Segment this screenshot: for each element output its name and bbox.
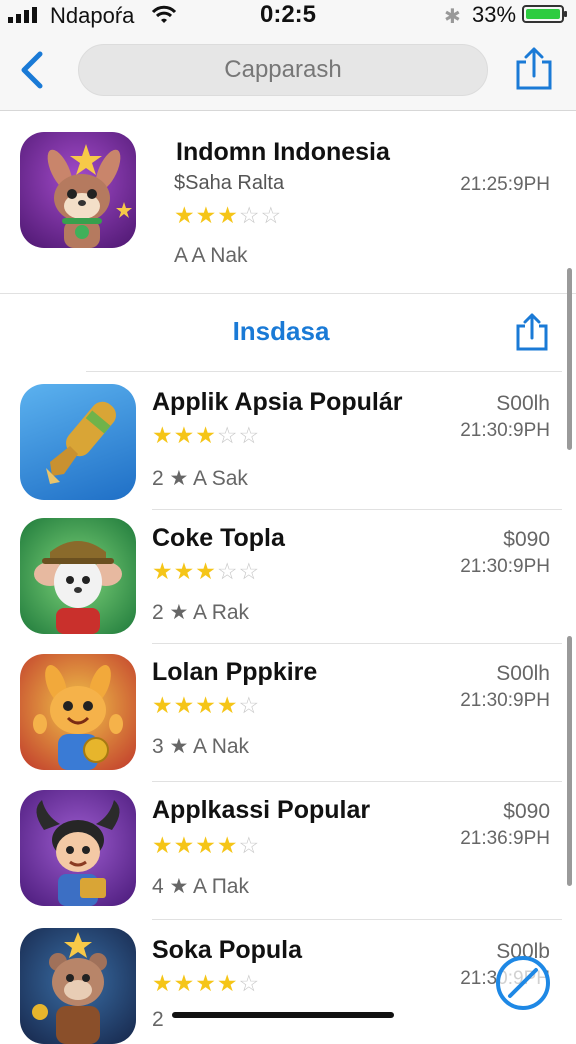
app-price: S00lh [496,392,550,415]
app-time: 21:30:9PH [460,690,550,711]
star-icon: ★ [173,422,196,448]
app-rating: ★★★☆☆ [152,422,260,449]
app-name: Lolan Pppkire [152,658,318,686]
list-item[interactable]: Applkassi Popular $090 ★★★★☆ 21:36:9PH 4… [0,782,576,920]
star-icon: ☆ [238,832,261,858]
featured-app-subtitle: $Saha Ralta [174,172,285,194]
app-meta: 2 [152,1008,164,1031]
star-icon: ★ [195,422,217,448]
featured-rating: ★★★☆☆ [174,202,282,229]
scrollbar[interactable] [567,268,572,450]
star-icon: ★ [195,202,218,228]
star-icon: ★ [152,692,174,718]
status-bar: Ndapoŕa 0:2:5 ✱ 33% [0,0,576,32]
app-name: Applik Apsia Populár [152,388,403,416]
app-rating: ★★★★☆ [152,832,260,859]
star-icon: ★ [216,832,239,858]
star-icon: ☆ [238,692,261,718]
star-icon: ★ [152,832,174,858]
app-price: S00lh [496,662,550,685]
app-time: 21:30:9PH [460,420,550,441]
app-icon [20,384,136,500]
star-icon: ☆ [260,202,283,228]
star-icon: ☆ [238,422,261,448]
app-time: 21:36:9PH [460,828,550,849]
app-icon-featured [20,132,136,248]
app-meta: 2 ★ A Rak [152,601,250,624]
featured-app-row[interactable]: Indomn Indonesia $Saha Ralta 21:25:9PH ★… [0,112,576,294]
share-icon[interactable] [514,312,550,352]
star-icon: ☆ [216,422,239,448]
featured-app-name: Indomn Indonesia [176,138,390,166]
star-icon: ☆ [238,558,261,584]
star-icon: ★ [173,970,196,996]
battery-percent: 33% [472,2,517,27]
star-icon: ★ [195,692,217,718]
app-price: $090 [503,528,550,551]
featured-app-time: 21:25:9PH [460,174,550,195]
app-rating: ★★★★☆ [152,692,260,719]
back-chevron-icon[interactable] [14,50,48,90]
star-icon: ☆ [216,558,239,584]
share-icon[interactable] [514,46,554,92]
app-icon [20,518,136,634]
search-field[interactable]: Capparash [78,44,488,96]
star-icon: ☆ [238,202,261,228]
bluetooth-icon: ✱ [444,6,461,28]
compass-icon[interactable] [496,956,550,1010]
star-icon: ★ [152,970,174,996]
search-text: Capparash [224,56,342,83]
star-icon: ★ [195,832,217,858]
app-meta: 3 ★ A Nak [152,735,250,758]
list-item[interactable]: Coke Topla $090 ★★★☆☆ 21:30:9PH 2 ★ A Ra… [0,510,576,644]
star-icon: ★ [217,202,239,228]
app-time: 21:30:9PH [460,556,550,577]
app-meta: 4 ★ A Пak [152,875,249,898]
app-meta: 2 ★ A Sak [152,467,248,490]
battery-icon [522,5,567,23]
app-rating: ★★★★☆ [152,970,260,997]
app-name: Coke Topla [152,524,285,552]
star-icon: ★ [174,202,196,228]
star-icon: ★ [173,692,196,718]
list-item[interactable]: Lolan Pppkire S00lh ★★★★☆ 21:30:9PH 3 ★ … [0,644,576,780]
star-icon: ☆ [238,970,261,996]
star-icon: ★ [195,558,217,584]
app-icon [20,654,136,770]
scrollbar[interactable] [567,636,572,886]
app-name: Applkassi Popular [152,796,371,824]
list-item[interactable]: Applik Apsia Populár S00lh ★★★☆☆ 21:30:9… [0,372,576,508]
star-icon: ★ [152,558,174,584]
home-indicator[interactable] [172,1012,394,1018]
featured-app-meta: A A Nak [174,244,248,267]
app-icon [20,928,136,1044]
list-item[interactable]: Soka Popula S00lb ★★★★☆ 21:30:9PH 2 [0,920,576,1044]
section-header: Insdasa [0,294,576,372]
app-name: Soka Popula [152,936,303,964]
app-rating: ★★★☆☆ [152,558,260,585]
star-icon: ★ [195,970,217,996]
section-title[interactable]: Insdasa [0,316,562,347]
star-icon: ★ [173,558,196,584]
nav-bar: Capparash [0,32,576,111]
star-icon: ★ [173,832,196,858]
app-price: $090 [503,800,550,823]
star-icon: ★ [216,692,239,718]
star-icon: ★ [216,970,239,996]
star-icon: ★ [152,422,174,448]
app-icon [20,790,136,906]
